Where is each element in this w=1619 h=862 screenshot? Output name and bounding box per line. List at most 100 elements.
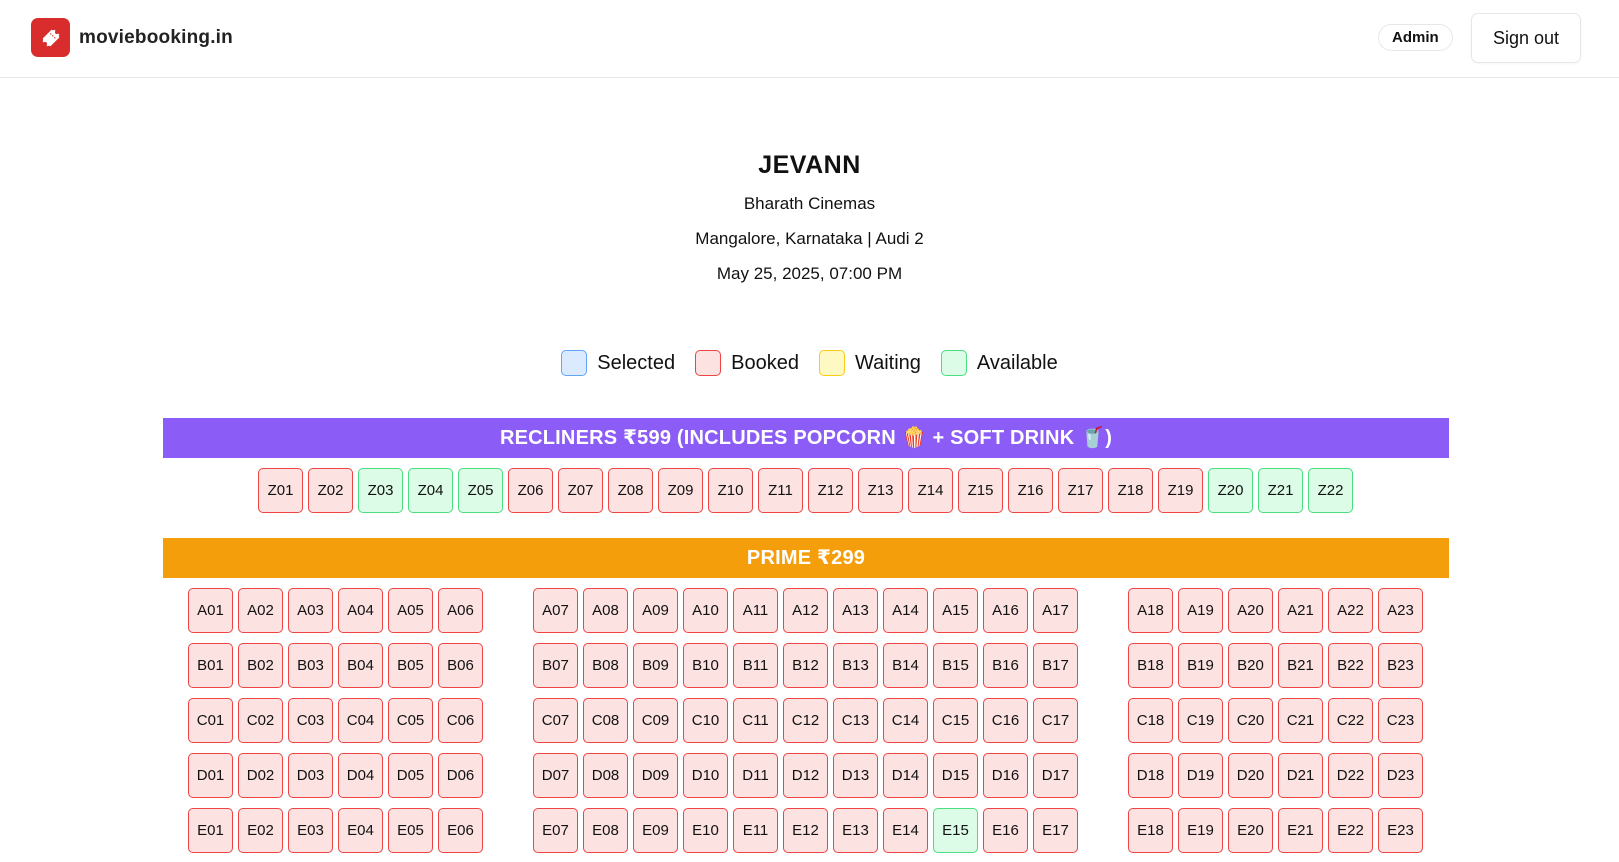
- seat-C08[interactable]: C08: [583, 698, 628, 743]
- seat-B21[interactable]: B21: [1278, 643, 1323, 688]
- seat-D20[interactable]: D20: [1228, 753, 1273, 798]
- seat-Z18[interactable]: Z18: [1108, 468, 1153, 513]
- seat-Z10[interactable]: Z10: [708, 468, 753, 513]
- seat-C10[interactable]: C10: [683, 698, 728, 743]
- seat-B12[interactable]: B12: [783, 643, 828, 688]
- seat-E04[interactable]: E04: [338, 808, 383, 853]
- seat-C11[interactable]: C11: [733, 698, 778, 743]
- seat-D02[interactable]: D02: [238, 753, 283, 798]
- seat-Z12[interactable]: Z12: [808, 468, 853, 513]
- seat-B08[interactable]: B08: [583, 643, 628, 688]
- seat-E12[interactable]: E12: [783, 808, 828, 853]
- seat-E07[interactable]: E07: [533, 808, 578, 853]
- seat-Z14[interactable]: Z14: [908, 468, 953, 513]
- seat-A23[interactable]: A23: [1378, 588, 1423, 633]
- seat-C18[interactable]: C18: [1128, 698, 1173, 743]
- seat-B13[interactable]: B13: [833, 643, 878, 688]
- seat-Z02[interactable]: Z02: [308, 468, 353, 513]
- seat-D03[interactable]: D03: [288, 753, 333, 798]
- seat-E03[interactable]: E03: [288, 808, 333, 853]
- seat-A13[interactable]: A13: [833, 588, 878, 633]
- seat-A21[interactable]: A21: [1278, 588, 1323, 633]
- seat-C15[interactable]: C15: [933, 698, 978, 743]
- seat-Z04[interactable]: Z04: [408, 468, 453, 513]
- seat-A05[interactable]: A05: [388, 588, 433, 633]
- seat-B18[interactable]: B18: [1128, 643, 1173, 688]
- seat-D05[interactable]: D05: [388, 753, 433, 798]
- seat-Z15[interactable]: Z15: [958, 468, 1003, 513]
- seat-C16[interactable]: C16: [983, 698, 1028, 743]
- seat-C17[interactable]: C17: [1033, 698, 1078, 743]
- seat-D14[interactable]: D14: [883, 753, 928, 798]
- seat-A20[interactable]: A20: [1228, 588, 1273, 633]
- seat-D23[interactable]: D23: [1378, 753, 1423, 798]
- seat-A09[interactable]: A09: [633, 588, 678, 633]
- seat-E13[interactable]: E13: [833, 808, 878, 853]
- seat-D04[interactable]: D04: [338, 753, 383, 798]
- seat-B16[interactable]: B16: [983, 643, 1028, 688]
- seat-A11[interactable]: A11: [733, 588, 778, 633]
- seat-D09[interactable]: D09: [633, 753, 678, 798]
- seat-D12[interactable]: D12: [783, 753, 828, 798]
- seat-E02[interactable]: E02: [238, 808, 283, 853]
- seat-B14[interactable]: B14: [883, 643, 928, 688]
- seat-B19[interactable]: B19: [1178, 643, 1223, 688]
- seat-D01[interactable]: D01: [188, 753, 233, 798]
- seat-E22[interactable]: E22: [1328, 808, 1373, 853]
- seat-B15[interactable]: B15: [933, 643, 978, 688]
- seat-A12[interactable]: A12: [783, 588, 828, 633]
- seat-D22[interactable]: D22: [1328, 753, 1373, 798]
- seat-B10[interactable]: B10: [683, 643, 728, 688]
- seat-A01[interactable]: A01: [188, 588, 233, 633]
- seat-Z17[interactable]: Z17: [1058, 468, 1103, 513]
- seat-B01[interactable]: B01: [188, 643, 233, 688]
- seat-Z06[interactable]: Z06: [508, 468, 553, 513]
- seat-A02[interactable]: A02: [238, 588, 283, 633]
- seat-D10[interactable]: D10: [683, 753, 728, 798]
- seat-D19[interactable]: D19: [1178, 753, 1223, 798]
- seat-E19[interactable]: E19: [1178, 808, 1223, 853]
- seat-A19[interactable]: A19: [1178, 588, 1223, 633]
- seat-E05[interactable]: E05: [388, 808, 433, 853]
- seat-Z09[interactable]: Z09: [658, 468, 703, 513]
- seat-C22[interactable]: C22: [1328, 698, 1373, 743]
- seat-B03[interactable]: B03: [288, 643, 333, 688]
- seat-Z16[interactable]: Z16: [1008, 468, 1053, 513]
- seat-E11[interactable]: E11: [733, 808, 778, 853]
- seat-C09[interactable]: C09: [633, 698, 678, 743]
- seat-D07[interactable]: D07: [533, 753, 578, 798]
- seat-D21[interactable]: D21: [1278, 753, 1323, 798]
- seat-Z21[interactable]: Z21: [1258, 468, 1303, 513]
- seat-E21[interactable]: E21: [1278, 808, 1323, 853]
- seat-Z08[interactable]: Z08: [608, 468, 653, 513]
- seat-A06[interactable]: A06: [438, 588, 483, 633]
- seat-E08[interactable]: E08: [583, 808, 628, 853]
- seat-D06[interactable]: D06: [438, 753, 483, 798]
- seat-E15[interactable]: E15: [933, 808, 978, 853]
- seat-C04[interactable]: C04: [338, 698, 383, 743]
- seat-A15[interactable]: A15: [933, 588, 978, 633]
- seat-A08[interactable]: A08: [583, 588, 628, 633]
- seat-C21[interactable]: C21: [1278, 698, 1323, 743]
- seat-A07[interactable]: A07: [533, 588, 578, 633]
- seat-D08[interactable]: D08: [583, 753, 628, 798]
- seat-A10[interactable]: A10: [683, 588, 728, 633]
- seat-B23[interactable]: B23: [1378, 643, 1423, 688]
- seat-B11[interactable]: B11: [733, 643, 778, 688]
- seat-D11[interactable]: D11: [733, 753, 778, 798]
- seat-Z05[interactable]: Z05: [458, 468, 503, 513]
- seat-A22[interactable]: A22: [1328, 588, 1373, 633]
- seat-E01[interactable]: E01: [188, 808, 233, 853]
- seat-Z03[interactable]: Z03: [358, 468, 403, 513]
- seat-D13[interactable]: D13: [833, 753, 878, 798]
- seat-Z07[interactable]: Z07: [558, 468, 603, 513]
- seat-E16[interactable]: E16: [983, 808, 1028, 853]
- seat-E09[interactable]: E09: [633, 808, 678, 853]
- seat-D18[interactable]: D18: [1128, 753, 1173, 798]
- seat-C07[interactable]: C07: [533, 698, 578, 743]
- seat-Z11[interactable]: Z11: [758, 468, 803, 513]
- seat-B02[interactable]: B02: [238, 643, 283, 688]
- seat-C20[interactable]: C20: [1228, 698, 1273, 743]
- seat-B20[interactable]: B20: [1228, 643, 1273, 688]
- seat-E14[interactable]: E14: [883, 808, 928, 853]
